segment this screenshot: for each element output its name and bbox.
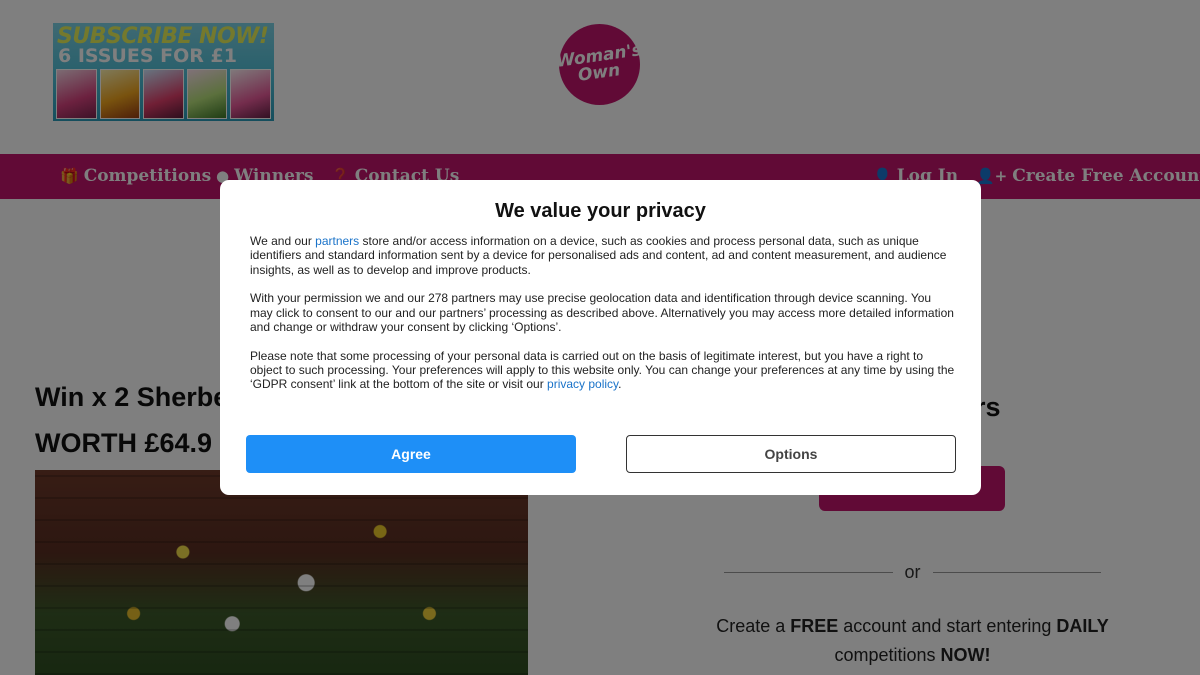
- consent-paragraph-1: We and our partners store and/or access …: [250, 234, 955, 277]
- consent-paragraph-2: With your permission we and our 278 part…: [250, 291, 954, 334]
- dialog-title: We value your privacy: [495, 200, 706, 222]
- dialog-body: We and our partners store and/or access …: [250, 234, 955, 406]
- text-span: We and our: [250, 234, 316, 248]
- partners-link[interactable]: partners: [315, 234, 359, 248]
- options-button[interactable]: Options: [626, 435, 956, 473]
- agree-button[interactable]: Agree: [246, 435, 576, 473]
- text-span: .: [618, 377, 622, 392]
- privacy-policy-link[interactable]: privacy policy: [547, 377, 618, 391]
- consent-paragraph-3: Please note that some processing of your…: [250, 349, 955, 392]
- privacy-consent-dialog: We value your privacy We and our partner…: [220, 180, 981, 495]
